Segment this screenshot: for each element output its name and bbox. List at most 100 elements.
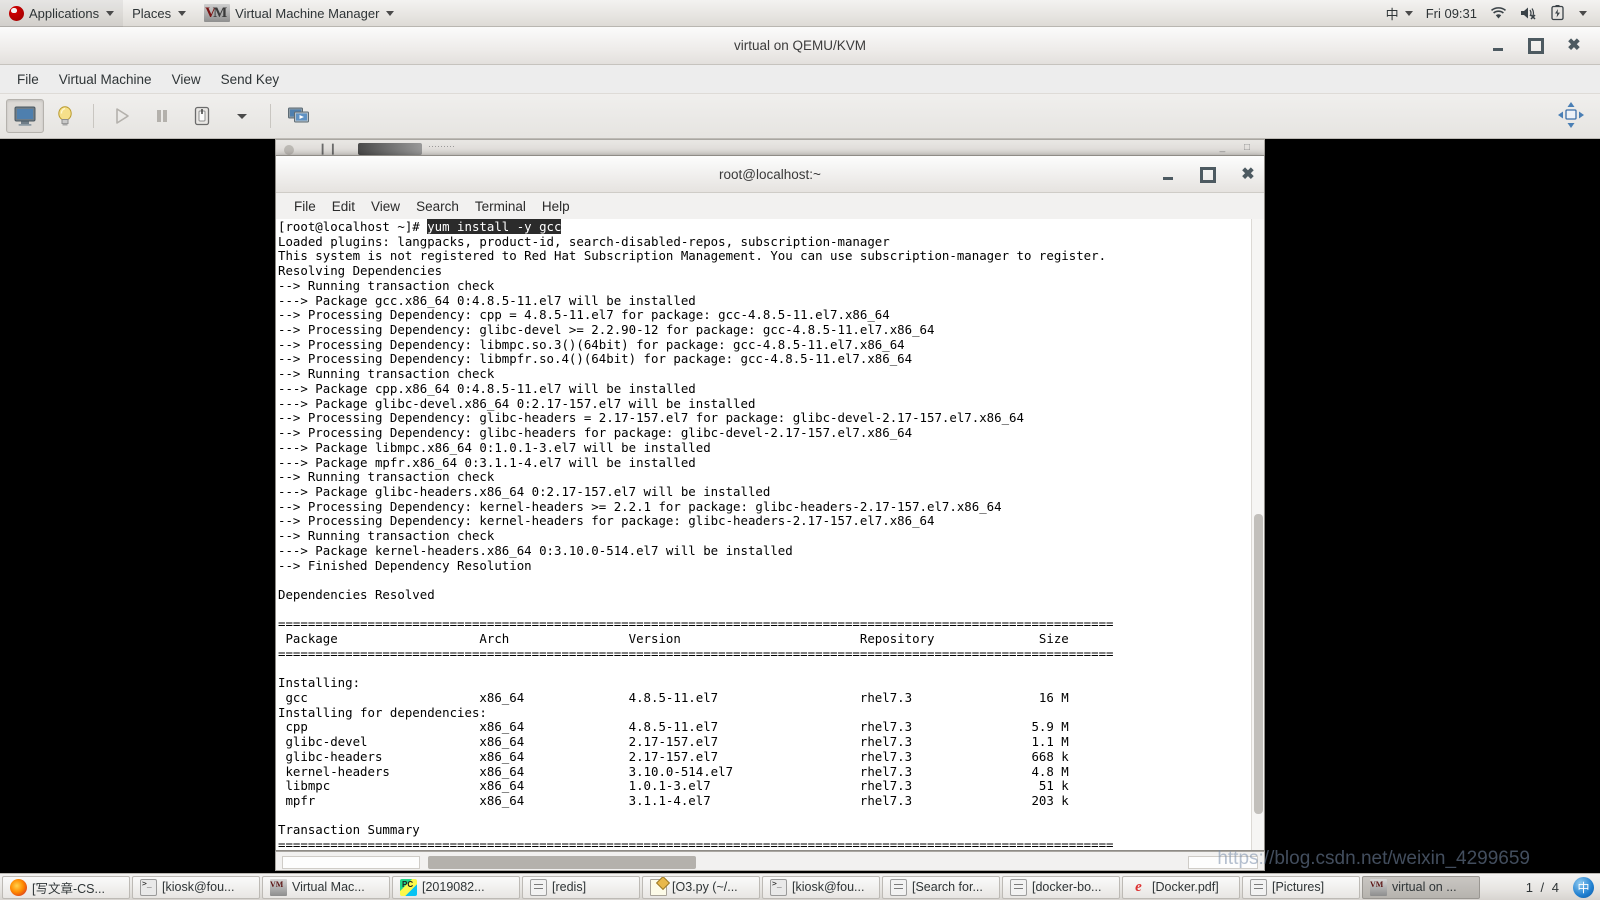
minimize-button[interactable]: [1488, 36, 1508, 56]
show-graphical-console-button[interactable]: [6, 99, 44, 133]
taskbar-item-pycharm[interactable]: [2019082...: [392, 875, 520, 899]
terminal-output[interactable]: [root@localhost ~]# yum install -y gcc L…: [276, 219, 1251, 850]
terminal-output-body: Loaded plugins: langpacks, product-id, s…: [278, 233, 1114, 850]
taskbar-item-firefox[interactable]: [写文章-CS...: [2, 875, 130, 899]
file-manager-icon: [1250, 878, 1267, 896]
pdf-icon: e: [1135, 878, 1142, 895]
maximize-button[interactable]: [1526, 36, 1546, 56]
applications-menu[interactable]: Applications: [0, 0, 124, 27]
terminal-close-button[interactable]: ✖: [1238, 165, 1258, 185]
terminal-menu-view[interactable]: View: [363, 197, 408, 216]
terminal-window-controls: ✖: [1158, 156, 1258, 193]
terminal-menu-help[interactable]: Help: [534, 197, 578, 216]
taskbar-item-label: [kiosk@fou...: [162, 880, 235, 894]
terminal-icon: [140, 878, 157, 896]
taskbar-item-docker-bo[interactable]: [docker-bo...: [1002, 875, 1120, 899]
taskbar-item-docker-pdf[interactable]: e [Docker.pdf]: [1122, 875, 1240, 899]
redhat-logo-icon: [9, 5, 24, 21]
file-manager-icon: [530, 878, 547, 896]
background-window-selected-tab: [428, 856, 696, 869]
taskbar-item-terminal-1[interactable]: [kiosk@fou...: [132, 875, 260, 899]
background-window-tab: [358, 143, 422, 155]
terminal-titlebar: root@localhost:~ ✖: [276, 156, 1264, 193]
terminal-scrollbar-thumb[interactable]: [1254, 514, 1263, 814]
system-tray: 中 Fri 09:31: [1381, 0, 1600, 27]
vmm-window: virtual on QEMU/KVM ✖ File Virtual Machi…: [0, 27, 1600, 873]
background-window-field: [282, 856, 420, 869]
terminal-minimize-button[interactable]: [1158, 165, 1178, 185]
taskbar-item-label: [docker-bo...: [1032, 880, 1102, 894]
taskbar-item-redis[interactable]: [redis]: [522, 875, 640, 899]
file-manager-icon: [890, 878, 907, 896]
menu-file[interactable]: File: [8, 69, 48, 90]
clock[interactable]: Fri 09:31: [1421, 0, 1482, 27]
vmm-icon: [1370, 878, 1387, 896]
toolbar-separator-2: [270, 104, 271, 128]
vmm-titlebar: virtual on QEMU/KVM ✖: [0, 27, 1600, 65]
background-window-top-strip[interactable]: ❙❙ ········· _ □: [275, 139, 1265, 156]
background-window-text: ·········: [428, 141, 455, 151]
volume-muted-icon[interactable]: [1515, 0, 1543, 27]
tray-menu-button[interactable]: [1572, 0, 1592, 27]
taskbar-item-search[interactable]: [Search for...: [882, 875, 1000, 899]
vmm-icon: [270, 878, 287, 896]
taskbar-item-label: [Search for...: [912, 880, 983, 894]
taskbar-item-o3-py[interactable]: [O3.py (~/...: [642, 875, 760, 899]
background-window-pause-icon: ❙❙: [318, 143, 339, 155]
terminal-window-title: root@localhost:~: [719, 166, 821, 182]
chevron-down-icon: [106, 10, 115, 16]
vmm-toolbar: [0, 93, 1600, 139]
battery-icon[interactable]: [1546, 0, 1569, 27]
shutdown-options-dropdown[interactable]: [223, 99, 261, 133]
taskbar-item-virtual-machine-manager[interactable]: Virtual Mac...: [262, 875, 390, 899]
menu-view[interactable]: View: [163, 69, 210, 90]
background-window-bottom-strip[interactable]: [275, 851, 1265, 871]
taskbar-item-virtual-on[interactable]: virtual on ...: [1362, 875, 1480, 899]
vmm-logo-icon: VM: [204, 4, 231, 22]
terminal-scrollbar[interactable]: [1251, 219, 1264, 850]
places-menu[interactable]: Places: [123, 0, 195, 27]
chevron-down-icon: [178, 10, 187, 16]
terminal-maximize-button[interactable]: [1198, 165, 1218, 185]
screen: Applications Places VM Virtual Machine M…: [0, 0, 1600, 900]
text-editor-icon: [650, 878, 667, 896]
terminal-menu-edit[interactable]: Edit: [324, 197, 363, 216]
taskbar-item-label: virtual on ...: [1392, 880, 1457, 894]
taskbar-right-tray: 1 / 4 中: [1520, 876, 1598, 898]
gnome-top-panel: Applications Places VM Virtual Machine M…: [0, 0, 1600, 27]
wifi-icon[interactable]: [1485, 0, 1512, 27]
ime-indicator-icon[interactable]: 中: [1573, 876, 1594, 898]
taskbar-item-label: [Docker.pdf]: [1152, 880, 1219, 894]
vmm-menubar: File Virtual Machine View Send Key: [0, 65, 1600, 93]
taskbar-item-label: [写文章-CS...: [32, 881, 105, 896]
toolbar-separator: [93, 104, 94, 128]
active-app-menu[interactable]: VM Virtual Machine Manager: [195, 0, 403, 27]
taskbar-item-label: [Pictures]: [1272, 880, 1325, 894]
close-button[interactable]: ✖: [1564, 36, 1584, 56]
take-snapshot-button[interactable]: [280, 99, 318, 133]
terminal-menu-file[interactable]: File: [286, 197, 324, 216]
run-vm-button: [103, 99, 141, 133]
input-method-indicator[interactable]: 中: [1381, 0, 1418, 27]
chevron-down-icon: [1579, 10, 1587, 16]
terminal-menu-terminal[interactable]: Terminal: [467, 197, 534, 216]
workspace-switcher[interactable]: 1 / 4: [1520, 880, 1567, 895]
taskbar-item-label: Virtual Mac...: [292, 880, 365, 894]
terminal-body[interactable]: [root@localhost ~]# yum install -y gcc L…: [276, 219, 1264, 850]
menu-send-key[interactable]: Send Key: [212, 69, 289, 90]
firefox-icon: [10, 878, 27, 896]
show-hardware-details-button[interactable]: [46, 99, 84, 133]
terminal-menubar: File Edit View Search Terminal Help: [276, 193, 1264, 219]
chevron-down-icon: [1404, 10, 1413, 16]
vm-graphical-console[interactable]: ❙❙ ········· _ □ root@localhost:~ ✖ File: [0, 139, 1600, 873]
fullscreen-toggle-button[interactable]: [1556, 100, 1586, 130]
shutdown-vm-button[interactable]: [183, 99, 221, 133]
background-window-field-2: [1188, 856, 1258, 869]
terminal-icon: [770, 878, 787, 896]
ime-label: 中: [1385, 6, 1399, 22]
taskbar-item-terminal-2[interactable]: [kiosk@fou...: [762, 875, 880, 899]
terminal-menu-search[interactable]: Search: [408, 197, 467, 216]
taskbar-item-pictures[interactable]: [Pictures]: [1242, 875, 1360, 899]
menu-virtual-machine[interactable]: Virtual Machine: [50, 69, 161, 90]
pause-vm-button: [143, 99, 181, 133]
